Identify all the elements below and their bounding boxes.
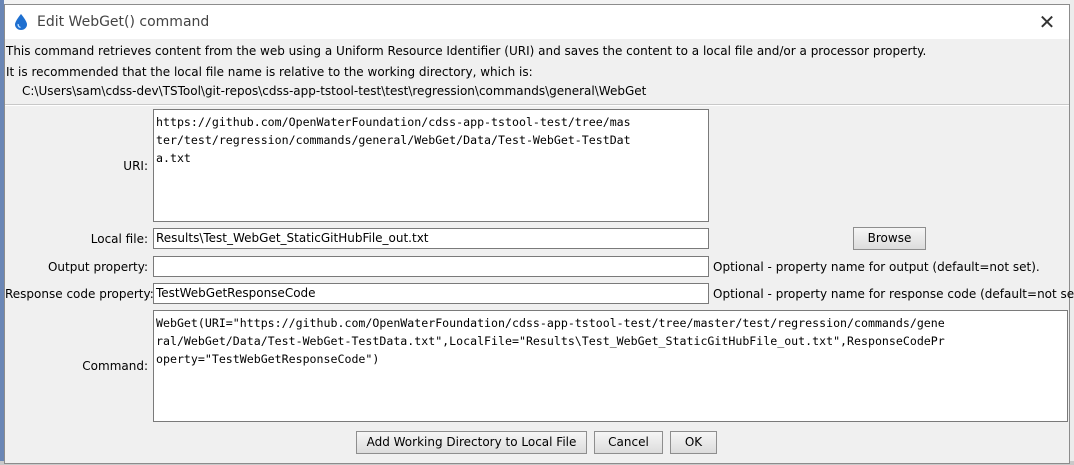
cancel-button[interactable]: Cancel — [594, 431, 663, 454]
command-line: operty="TestWebGetResponseCode") — [156, 352, 380, 366]
divider — [5, 104, 1069, 106]
edit-webget-dialog: Edit WebGet() command ✕ This command ret… — [4, 4, 1074, 464]
output-property-label: Output property: — [47, 260, 148, 274]
output-property-input[interactable] — [153, 256, 709, 277]
ok-button[interactable]: OK — [670, 431, 717, 454]
command-label: Command: — [82, 359, 148, 373]
description-line-1: This command retrieves content from the … — [6, 44, 927, 58]
browse-button[interactable]: Browse — [853, 227, 926, 250]
close-button[interactable]: ✕ — [1033, 9, 1061, 35]
close-icon: ✕ — [1038, 10, 1056, 34]
description-line-2: It is recommended that the local file na… — [6, 65, 533, 79]
response-code-property-input[interactable]: TestWebGetResponseCode — [153, 283, 709, 304]
local-file-input[interactable]: Results\Test_WebGet_StaticGitHubFile_out… — [153, 228, 709, 249]
working-directory-path: C:\Users\sam\cdss-dev\TSTool\git-repos\c… — [22, 84, 647, 98]
uri-line: a.txt — [156, 151, 191, 165]
response-code-property-label: Response code property: — [5, 287, 154, 301]
water-drop-icon — [15, 14, 27, 30]
add-working-directory-button[interactable]: Add Working Directory to Local File — [356, 431, 587, 454]
response-code-property-hint: Optional - property name for response co… — [713, 287, 1074, 301]
command-line: ral/WebGet/Data/Test-WebGet-TestData.txt… — [156, 334, 945, 348]
background-app-edge-right — [1070, 0, 1074, 465]
uri-textarea[interactable]: https://github.com/OpenWaterFoundation/c… — [153, 109, 709, 222]
uri-label: URI: — [123, 159, 148, 173]
output-property-hint: Optional - property name for output (def… — [713, 260, 1040, 274]
uri-line: https://github.com/OpenWaterFoundation/c… — [156, 115, 631, 129]
uri-line: ter/test/regression/commands/general/Web… — [156, 133, 631, 147]
command-textarea[interactable]: WebGet(URI="https://github.com/OpenWater… — [153, 310, 1068, 422]
local-file-label: Local file: — [90, 232, 148, 246]
dialog-titlebar: Edit WebGet() command ✕ — [5, 5, 1069, 39]
dialog-title: Edit WebGet() command — [37, 14, 210, 30]
command-line: WebGet(URI="https://github.com/OpenWater… — [156, 316, 945, 330]
